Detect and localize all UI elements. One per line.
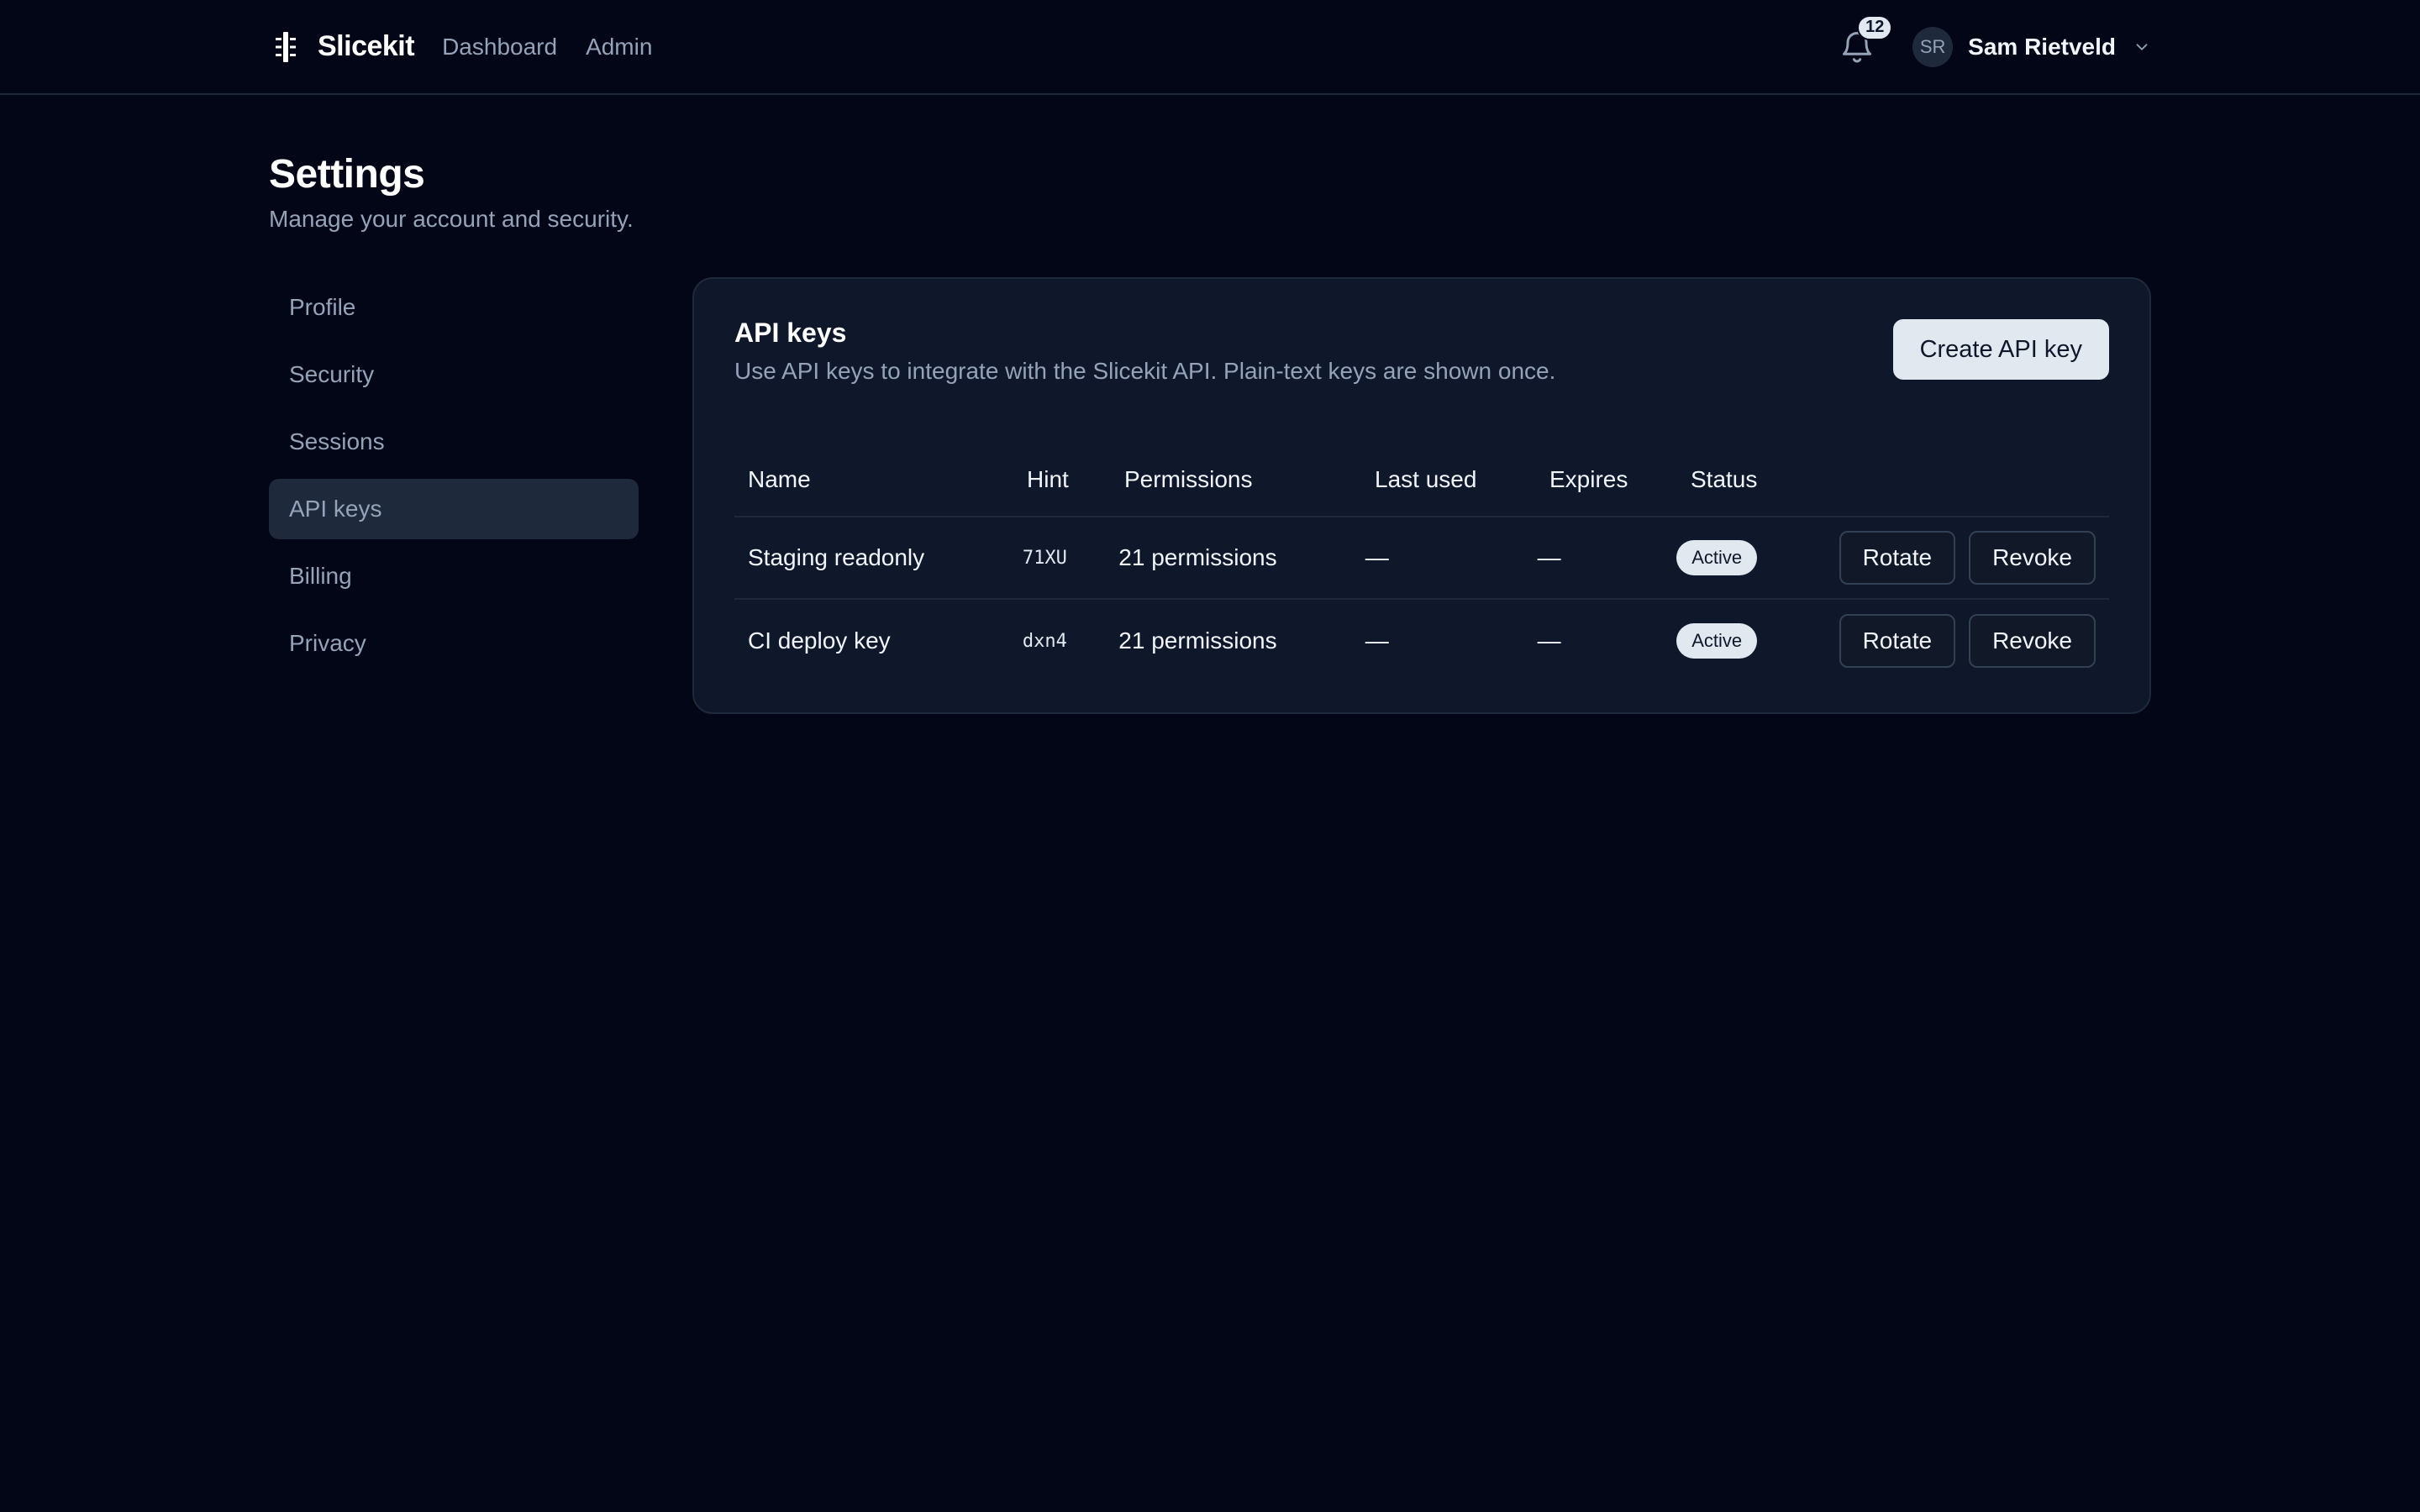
status-badge: Active [1676, 623, 1758, 659]
key-expires: — [1537, 627, 1561, 654]
key-hint: dxn4 [1022, 630, 1067, 652]
brand-name: Slicekit [318, 30, 415, 62]
table-row: CI deploy key dxn4 21 permissions — — Ac… [734, 600, 2109, 682]
chevron-down-icon [2136, 43, 2148, 50]
rotate-button[interactable]: Rotate [1839, 614, 1956, 668]
column-header-name: Name [748, 466, 811, 492]
top-navigation-inner: Slicekit Dashboard Admin 12 SR Sam Rietv… [269, 0, 2151, 93]
nav-link-dashboard[interactable]: Dashboard [442, 34, 557, 60]
column-header-status: Status [1691, 466, 1758, 492]
key-permissions: 21 permissions [1118, 544, 1277, 570]
avatar: SR [1912, 26, 1954, 67]
rotate-button[interactable]: Rotate [1839, 531, 1956, 585]
sidebar-item-billing[interactable]: Billing [269, 546, 639, 606]
table-header-row: Name Hint Permissions Last used Expires … [734, 444, 2109, 517]
nav-right: 12 SR Sam Rietveld [1839, 14, 2151, 67]
create-api-key-button[interactable]: Create API key [1892, 319, 2109, 380]
sidebar-item-sessions[interactable]: Sessions [269, 412, 639, 472]
notifications-button[interactable]: 12 [1839, 14, 1893, 66]
sidebar-item-security[interactable]: Security [269, 344, 639, 405]
key-name: CI deploy key [748, 627, 891, 654]
sidebar-item-api-keys[interactable]: API keys [269, 479, 639, 539]
notification-count-badge: 12 [1857, 14, 1893, 40]
page-title: Settings [269, 152, 425, 197]
user-name: Sam Rietveld [1968, 33, 2116, 60]
brand[interactable]: Slicekit [269, 30, 415, 64]
column-header-hint: Hint [1027, 466, 1069, 492]
column-header-permissions: Permissions [1124, 466, 1253, 492]
top-navigation: Slicekit Dashboard Admin 12 SR Sam Rietv… [0, 0, 2420, 95]
settings-sidebar: Profile Security Sessions API keys Billi… [269, 277, 639, 680]
nav-link-admin[interactable]: Admin [586, 34, 652, 60]
key-last-used: — [1365, 627, 1389, 654]
key-actions: Rotate Revoke [1812, 614, 2109, 668]
key-status-cell: Active [1663, 623, 1812, 659]
sidebar-item-privacy[interactable]: Privacy [269, 613, 639, 674]
key-last-used: — [1365, 544, 1389, 570]
status-badge: Active [1676, 540, 1758, 575]
api-keys-table: Name Hint Permissions Last used Expires … [734, 444, 2109, 682]
slicekit-logo-icon [276, 31, 296, 62]
column-header-last-used: Last used [1375, 466, 1477, 492]
sidebar-item-profile[interactable]: Profile [269, 277, 639, 338]
table-row: Staging readonly 71XU 21 permissions — —… [734, 517, 2109, 600]
key-status-cell: Active [1663, 540, 1812, 575]
key-permissions: 21 permissions [1118, 627, 1277, 654]
card-description: Use API keys to integrate with the Slice… [734, 358, 1556, 384]
revoke-button[interactable]: Revoke [1969, 531, 2096, 585]
column-header-expires: Expires [1549, 466, 1628, 492]
key-hint: 71XU [1022, 547, 1067, 569]
user-menu[interactable]: SR Sam Rietveld [1912, 26, 2151, 67]
key-actions: Rotate Revoke [1812, 531, 2109, 585]
api-keys-card: API keys Use API keys to integrate with … [692, 277, 2151, 714]
card-title: API keys [734, 318, 847, 348]
page-subtitle: Manage your account and security. [269, 206, 634, 232]
key-name: Staging readonly [748, 544, 925, 570]
revoke-button[interactable]: Revoke [1969, 614, 2096, 668]
key-expires: — [1537, 544, 1561, 570]
